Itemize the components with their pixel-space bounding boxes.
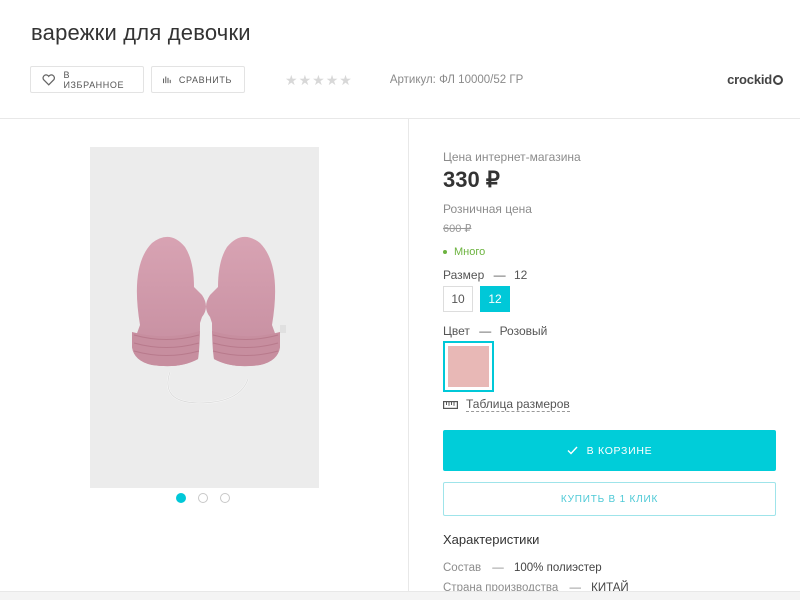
color-row: Цвет — Розовый [443,324,547,338]
star-icon[interactable]: ★ [339,73,352,87]
bar-chart-icon [163,76,171,84]
heart-icon [42,73,55,86]
availability-dot-icon [443,250,447,254]
color-selected-value: Розовый [499,324,548,338]
size-label: Размер [443,268,485,282]
characteristics-title: Характеристики [443,532,540,547]
size-option-10[interactable]: 10 [443,286,473,312]
add-to-cart-label: В КОРЗИНЕ [586,444,653,457]
page-title: варежки для девочки [31,20,251,45]
characteristic-dash: — [492,562,504,574]
retail-price-label: Розничная цена [443,202,532,216]
brand-logo-text: crockid [727,72,772,87]
size-options: 10 12 [443,286,517,312]
size-selected-value: 12 [513,268,528,282]
product-sku: Артикул: ФЛ 10000/52 ГР [389,73,524,86]
color-swatch-fill [448,346,489,387]
gallery-pagination [176,493,242,503]
brand-logo: crockid [727,72,783,87]
gallery-dot-1[interactable] [176,493,186,503]
star-icon[interactable]: ★ [326,73,339,87]
color-dash: — [479,324,492,338]
gallery-dot-3[interactable] [220,493,230,503]
checkmark-icon [567,446,578,455]
star-icon[interactable]: ★ [312,73,325,87]
size-table-link-text[interactable]: Таблица размеров [466,397,570,412]
size-option-12[interactable]: 12 [480,286,510,312]
add-to-cart-button[interactable]: В КОРЗИНЕ [443,430,776,471]
online-price-label: Цена интернет-магазина [443,150,581,164]
product-image[interactable] [90,147,319,488]
star-icon[interactable]: ★ [285,73,298,87]
color-label: Цвет [443,324,470,338]
quick-buy-button[interactable]: КУПИТЬ В 1 КЛИК [443,482,776,516]
favorite-button[interactable]: В ИЗБРАННОЕ [30,66,144,93]
characteristic-name: Состав [443,562,482,574]
ruler-icon [443,400,458,409]
favorite-label: В ИЗБРАННОЕ [63,69,125,90]
compare-label: СРАВНИТЬ [178,74,232,85]
retail-price: 600 ₽ [443,223,472,235]
product-page: варежки для девочки В ИЗБРАННОЕ СРАВНИТЬ… [0,0,800,600]
bottom-bar [0,591,800,600]
characteristic-value: 100% полиэстер [514,562,602,574]
mittens-illustration [132,236,286,405]
size-table-link[interactable]: Таблица размеров [443,397,570,412]
compare-button[interactable]: СРАВНИТЬ [151,66,245,93]
size-row: Размер — 12 [443,268,527,282]
header-divider [0,118,800,119]
characteristic-row: Состав — 100% полиэстер [443,562,602,574]
online-price: 330 ₽ [443,167,500,192]
availability-text: Много [454,246,486,258]
availability-status: Много [443,246,485,258]
size-dash: — [493,268,506,282]
brand-logo-mark [773,74,783,85]
product-toolbar: В ИЗБРАННОЕ СРАВНИТЬ ★ ★ ★ ★ ★ Артикул: … [30,66,523,93]
color-swatch-pink[interactable] [443,341,494,392]
rating-stars[interactable]: ★ ★ ★ ★ ★ [285,73,353,87]
quick-buy-label: КУПИТЬ В 1 КЛИК [560,493,659,505]
star-icon[interactable]: ★ [299,73,312,87]
column-divider [408,119,409,600]
gallery-dot-2[interactable] [198,493,208,503]
